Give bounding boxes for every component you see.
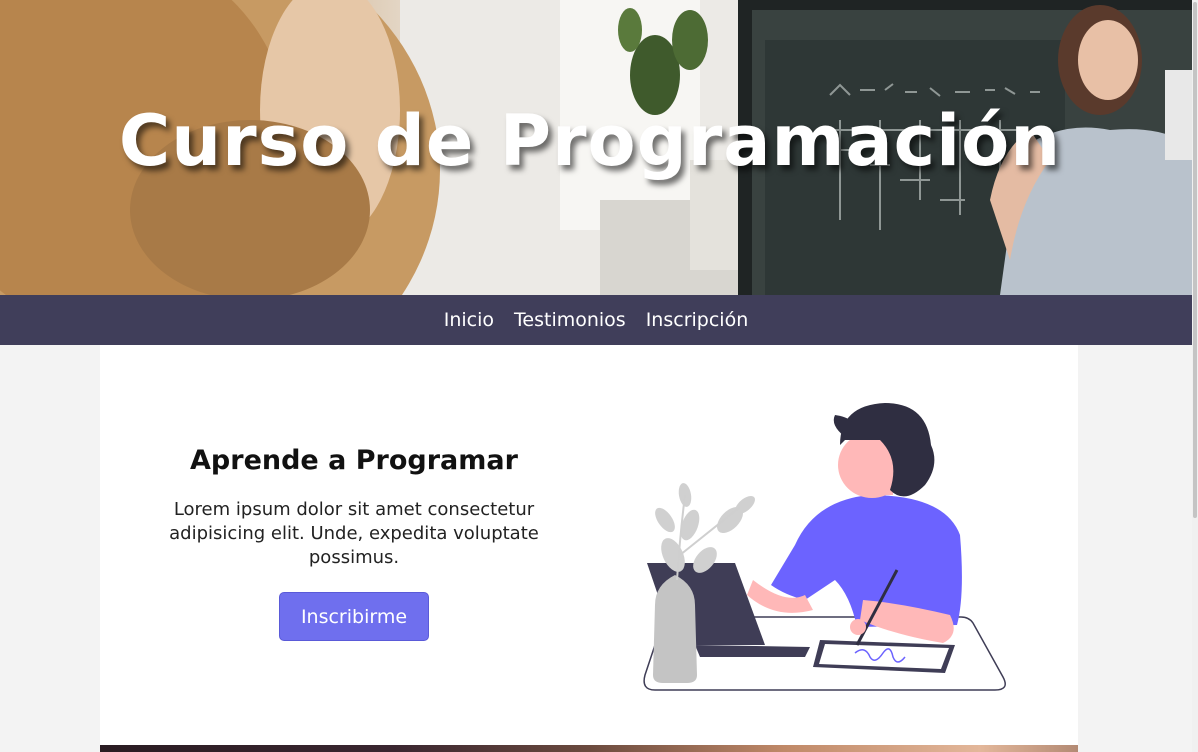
intro-text-block: Aprende a Programar Lorem ipsum dolor si… bbox=[140, 445, 568, 641]
scrollbar-thumb[interactable] bbox=[1193, 2, 1197, 518]
nav-link-inicio[interactable]: Inicio bbox=[444, 309, 494, 331]
person-drawing-on-tablet-illustration bbox=[643, 403, 1006, 691]
hero-title: Curso de Programación bbox=[118, 100, 1062, 182]
enroll-button[interactable]: Inscribirme bbox=[279, 592, 429, 641]
intro-section: Aprende a Programar Lorem ipsum dolor si… bbox=[100, 345, 1078, 745]
intro-description: Lorem ipsum dolor sit amet consectetur a… bbox=[169, 499, 539, 568]
intro-heading: Aprende a Programar bbox=[190, 445, 518, 476]
next-section-photo-edge bbox=[100, 745, 1078, 752]
main-navigation: Inicio Testimonios Inscripción bbox=[0, 295, 1192, 345]
nav-link-testimonios[interactable]: Testimonios bbox=[514, 309, 626, 331]
hero-banner: Curso de Programación bbox=[0, 0, 1192, 295]
nav-link-inscripcion[interactable]: Inscripción bbox=[646, 309, 749, 331]
page-scrollbar[interactable] bbox=[1192, 0, 1198, 752]
